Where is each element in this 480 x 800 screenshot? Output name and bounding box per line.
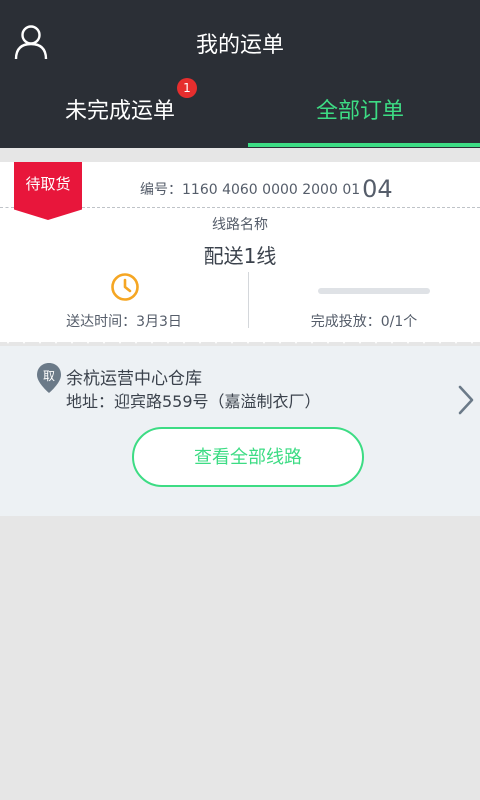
active-tab-indicator	[248, 143, 480, 147]
pickup-pin-icon: 取	[37, 363, 61, 393]
delivery-progress-text: 完成投放：0/1个	[310, 314, 418, 330]
warehouse-address: 地址：迎宾路559号（嘉溢制衣厂）	[66, 392, 321, 411]
tab-label: 未完成运单	[64, 99, 175, 124]
tab-unfinished-waybills[interactable]: 未完成运单 1	[0, 78, 240, 148]
clock-icon	[111, 273, 139, 301]
chevron-right-icon[interactable]	[456, 384, 476, 416]
order-number-tail: 04	[362, 175, 393, 203]
zigzag-edge	[0, 330, 480, 344]
view-all-routes-button[interactable]: 查看全部线路	[132, 427, 364, 487]
tab-all-orders[interactable]: 全部订单	[240, 92, 480, 148]
route-label: 线路名称	[212, 217, 268, 233]
top-bar: 我的运单 未完成运单 1 全部订单	[0, 0, 480, 148]
delivery-progress-bar	[318, 288, 430, 294]
unfinished-count-badge: 1	[177, 78, 197, 98]
delivery-time: 送达时间：3月3日	[66, 314, 182, 330]
dashed-divider	[82, 207, 480, 208]
status-badge: 待取货	[14, 162, 82, 220]
pickup-tag: 取	[43, 369, 55, 383]
order-number-prefix: 编号：1160 4060 0000 2000 01	[140, 182, 361, 198]
dashed-divider-left	[0, 207, 14, 208]
warehouse-name: 余杭运营中心仓库	[66, 369, 202, 389]
order-number: 编号：1160 4060 0000 2000 0104	[140, 172, 393, 203]
tab-label: 全部订单	[315, 99, 404, 124]
page-title: 我的运单	[195, 33, 284, 58]
route-name: 配送1线	[203, 244, 277, 268]
